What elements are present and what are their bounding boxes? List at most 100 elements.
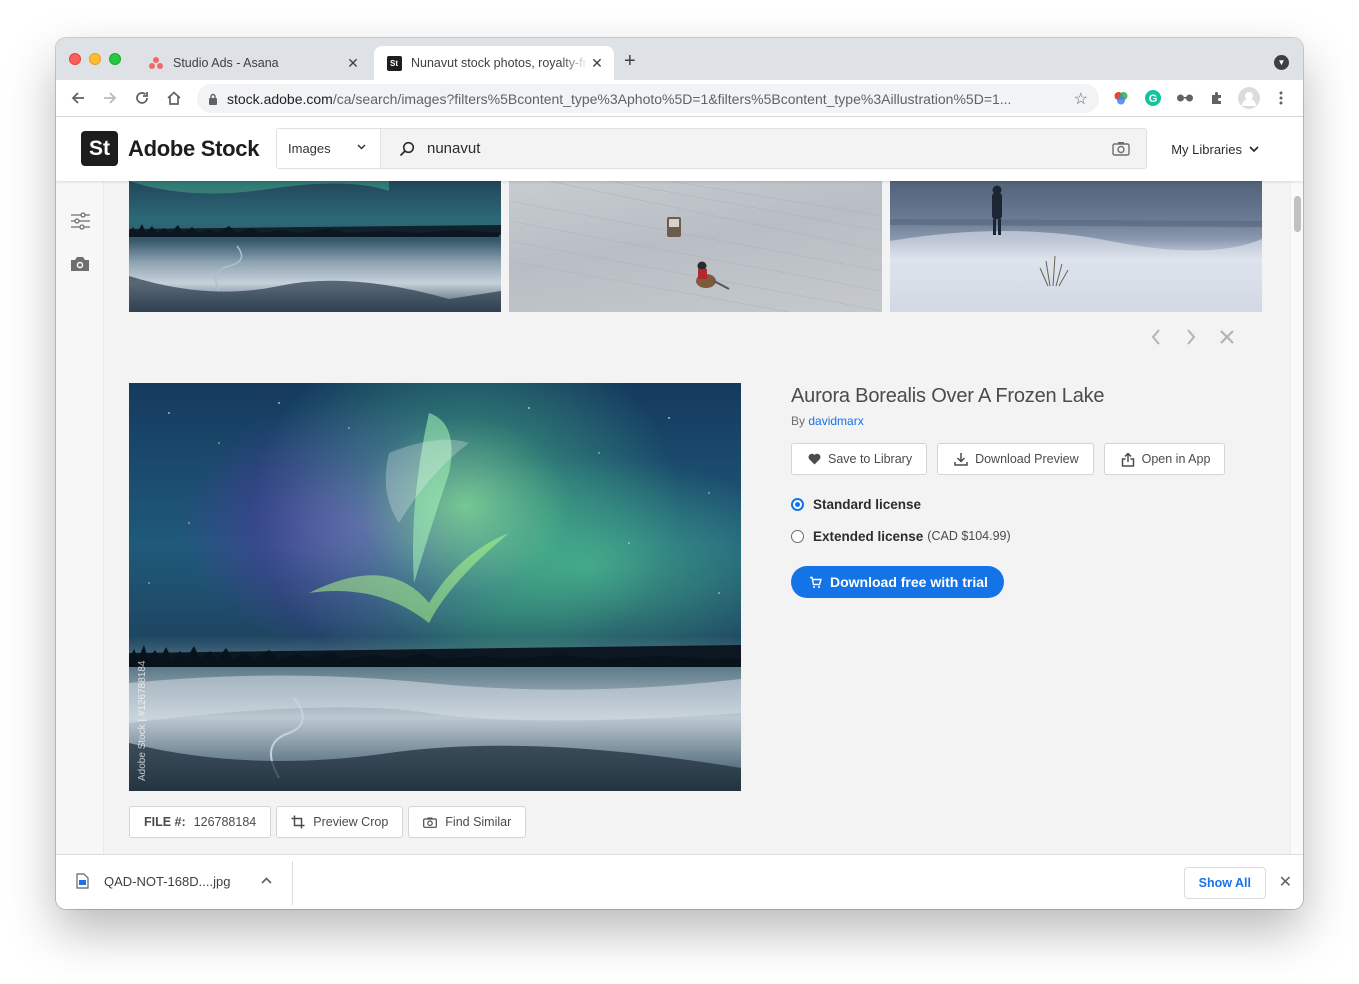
scrollbar-thumb[interactable] [1294, 196, 1301, 232]
my-libraries-menu[interactable]: My Libraries [1171, 142, 1259, 157]
color-extension-icon[interactable] [1112, 89, 1130, 107]
extended-license-option[interactable]: Extended license (CAD $104.99) [791, 527, 1251, 545]
crop-icon [291, 815, 305, 829]
extended-license-radio[interactable] [791, 529, 804, 543]
next-arrow-icon[interactable] [1180, 326, 1202, 348]
asana-icon [148, 55, 164, 71]
minimize-window-button[interactable] [89, 53, 101, 65]
save-to-library-button[interactable]: Save to Library [791, 443, 928, 475]
close-window-button[interactable] [69, 53, 81, 65]
search-scope-dropdown[interactable]: Images [277, 129, 381, 168]
download-preview-label: Download Preview [975, 452, 1079, 466]
divider [292, 861, 293, 905]
asset-title: Aurora Borealis Over A Frozen Lake [791, 385, 1105, 407]
heart-icon [808, 453, 821, 465]
back-icon[interactable] [68, 88, 88, 108]
close-detail-icon[interactable] [1216, 326, 1238, 348]
bookmark-star-icon[interactable]: ☆ [1074, 89, 1088, 109]
preview-crop-label: Preview Crop [313, 815, 389, 829]
find-similar-button[interactable]: Find Similar [408, 806, 527, 838]
adobe-stock-logo[interactable]: St [81, 131, 118, 166]
asset-byline: By davidmarx [791, 414, 1251, 428]
find-similar-label: Find Similar [445, 815, 512, 829]
tab-title: Nunavut stock photos, royalty-free image… [411, 56, 588, 70]
file-number: FILE #: 126788184 [129, 806, 272, 838]
license-options: Standard license Extended license (CAD $… [791, 495, 1251, 545]
visual-search-camera-icon[interactable] [1112, 141, 1130, 156]
extensions-puzzle-icon[interactable] [1208, 89, 1226, 107]
standard-license-option[interactable]: Standard license [791, 495, 1251, 513]
grammarly-icon[interactable]: G [1144, 89, 1162, 107]
image-watermark: Adobe Stock | #126788184 [137, 660, 148, 781]
standard-license-radio[interactable] [791, 497, 804, 511]
svg-text:G: G [1149, 93, 1158, 105]
forward-icon[interactable] [100, 88, 120, 108]
tab-strip: Studio Ads - Asana ✕ St Nunavut stock ph… [56, 38, 1303, 80]
save-to-library-label: Save to Library [828, 452, 913, 466]
file-number-label: FILE #: [144, 815, 186, 829]
open-in-app-label: Open in App [1141, 452, 1211, 466]
preview-image[interactable]: Adobe Stock | #126788184 [129, 383, 741, 791]
chevron-down-icon [1249, 146, 1259, 153]
file-toolbar: FILE #: 126788184 Preview Crop Find Simi… [129, 806, 527, 838]
download-free-trial-button[interactable]: Download free with trial [791, 566, 1004, 598]
download-item[interactable]: QAD-NOT-168D....jpg [76, 873, 230, 889]
author-link[interactable]: davidmarx [808, 414, 863, 428]
result-thumbnail[interactable] [890, 181, 1262, 312]
browser-window: Studio Ads - Asana ✕ St Nunavut stock ph… [56, 38, 1303, 909]
download-icon [954, 453, 968, 466]
adobe-stock-icon: St [386, 55, 402, 71]
my-libraries-label: My Libraries [1171, 142, 1242, 157]
close-tab-icon[interactable]: ✕ [344, 55, 362, 72]
share-icon [1121, 451, 1134, 467]
new-tab-icon[interactable]: + [624, 50, 636, 73]
extended-license-label: Extended license [813, 528, 924, 544]
reload-icon[interactable] [132, 88, 152, 108]
chevron-down-icon [357, 142, 366, 153]
camera-icon [423, 817, 438, 828]
chevron-up-icon[interactable] [261, 875, 272, 887]
standard-license-label: Standard license [813, 496, 922, 512]
page-scrollbar[interactable] [1290, 181, 1303, 854]
search-icon [399, 141, 415, 157]
search-results: Adobe Stock | #126788184 Aurora Borealis… [104, 181, 1290, 854]
address-bar[interactable]: stock.adobe.com/ca/search/images?filters… [197, 84, 1099, 113]
more-menu-icon[interactable] [1272, 89, 1290, 107]
maximize-window-button[interactable] [109, 53, 121, 65]
previous-arrow-icon[interactable] [1145, 326, 1167, 348]
asset-actions: Save to Library Download Preview Open in… [791, 443, 1251, 475]
left-rail [56, 181, 104, 854]
open-in-app-button[interactable]: Open in App [1103, 443, 1226, 475]
result-thumbnail[interactable] [129, 181, 501, 312]
image-file-icon [76, 873, 89, 889]
brand-name[interactable]: Adobe Stock [128, 136, 259, 162]
lock-icon [208, 93, 218, 105]
search-bar: Images nunavut [276, 128, 1147, 169]
profile-avatar-icon[interactable] [1238, 87, 1260, 109]
content-area: Adobe Stock | #126788184 Aurora Borealis… [56, 181, 1290, 854]
download-filename: QAD-NOT-168D....jpg [104, 873, 231, 889]
byline-prefix: By [791, 414, 806, 428]
asset-details: Aurora Borealis Over A Frozen Lake By da… [791, 383, 1251, 598]
result-thumbnail[interactable] [509, 181, 882, 312]
tab-title: Studio Ads - Asana [173, 56, 279, 70]
cart-icon [810, 576, 822, 588]
search-input[interactable]: nunavut [427, 140, 1112, 157]
glasses-extension-icon[interactable] [1176, 89, 1194, 107]
home-icon[interactable] [164, 88, 184, 108]
url-text: stock.adobe.com/ca/search/images?filters… [227, 90, 1012, 107]
download-preview-button[interactable]: Download Preview [937, 443, 1094, 475]
tab-asana[interactable]: Studio Ads - Asana ✕ [136, 46, 370, 80]
download-shelf: QAD-NOT-168D....jpg Show All ✕ [56, 854, 1303, 909]
tab-search-icon[interactable]: ▼ [1274, 55, 1289, 70]
close-download-shelf-icon[interactable]: ✕ [1279, 872, 1292, 892]
camera-icon[interactable] [68, 252, 92, 276]
preview-crop-button[interactable]: Preview Crop [276, 806, 404, 838]
download-free-trial-label: Download free with trial [830, 574, 988, 590]
tab-adobe-stock[interactable]: St Nunavut stock photos, royalty-free im… [374, 46, 614, 80]
show-all-button[interactable]: Show All [1183, 867, 1266, 899]
browser-toolbar: stock.adobe.com/ca/search/images?filters… [56, 80, 1303, 117]
extended-license-price: (CAD $104.99) [927, 529, 1011, 543]
filters-icon[interactable] [68, 209, 92, 233]
close-tab-icon[interactable]: ✕ [588, 55, 606, 72]
